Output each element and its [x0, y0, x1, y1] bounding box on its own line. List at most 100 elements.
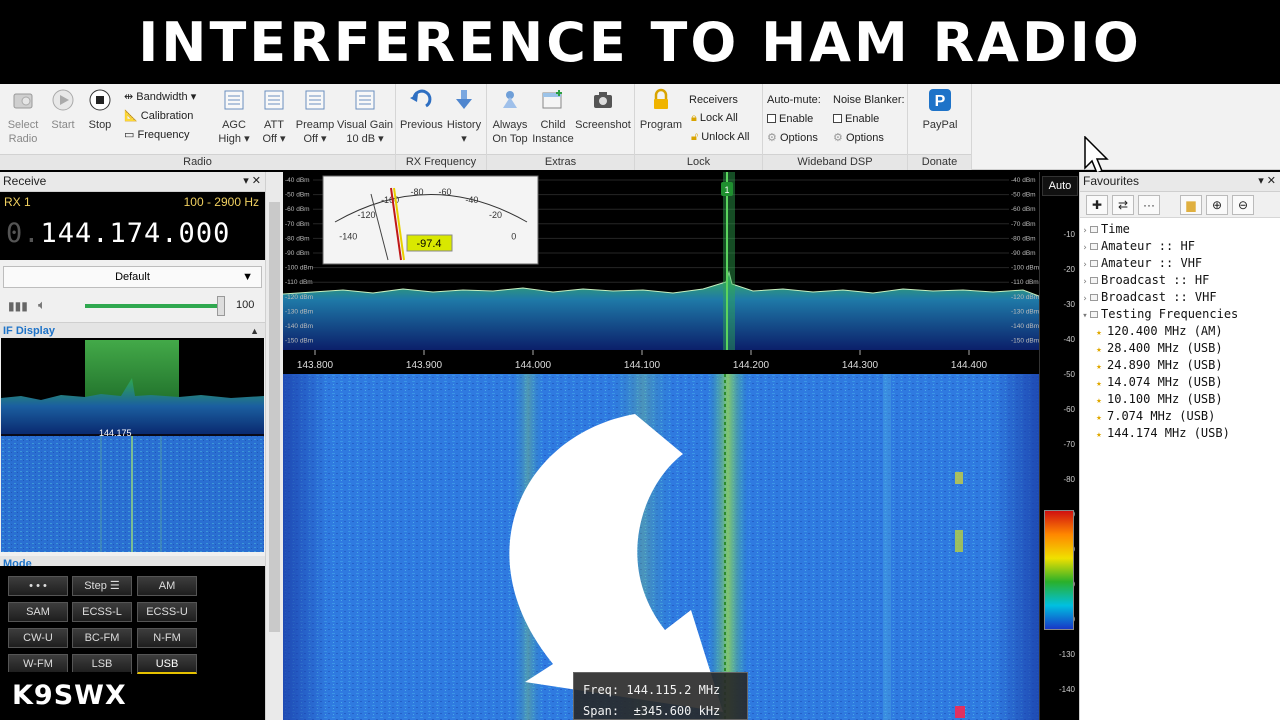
freq-axis-label: 144.300: [842, 360, 879, 371]
more-button[interactable]: ···: [1138, 195, 1160, 215]
open-folder-button[interactable]: ▆: [1180, 195, 1202, 215]
ribbon-group-donate: P PayPal Donate: [908, 84, 972, 170]
favourites-folder[interactable]: › Broadcast :: VHF: [1080, 289, 1280, 306]
history-button[interactable]: History ▾: [444, 88, 484, 146]
auto-mute-enable-checkbox[interactable]: Enable: [767, 112, 813, 127]
frequency-icon: ▭: [124, 129, 135, 141]
favourites-tree: › Time › Amateur :: HF › Amateur :: VHF › Broad…: [1080, 218, 1280, 442]
preamp-button[interactable]: Preamp Off ▾: [293, 88, 337, 146]
favourites-folder[interactable]: › Amateur :: VHF: [1080, 255, 1280, 272]
left-panel-scrollbar[interactable]: [265, 172, 283, 720]
noise-blanker-enable-checkbox[interactable]: Enable: [833, 112, 879, 127]
ribbon-group-radio: Select Radio Start Stop ⇹ Bandwidth ▾ 📐 …: [0, 84, 396, 170]
calibration-button[interactable]: 📐 Calibration: [124, 109, 193, 124]
meter-scale-label: -120: [358, 210, 376, 220]
favourites-item[interactable]: ★ 14.074 MHz (USB): [1080, 374, 1280, 391]
ribbon-group-wideband-dsp: Auto-mute: Enable ⚙ Options Noise Blanke…: [763, 84, 908, 170]
if-display[interactable]: 144.175: [1, 338, 264, 552]
radio-group-label: Radio: [0, 154, 395, 170]
agc-button[interactable]: AGC High ▾: [212, 88, 256, 146]
mode-button[interactable]: ECSS-U: [137, 602, 197, 622]
dbm-label: -140 dBm: [1011, 323, 1039, 330]
stop-button[interactable]: Stop: [85, 88, 115, 132]
mode-button[interactable]: AM: [137, 576, 197, 596]
mode-button[interactable]: N-FM: [137, 628, 197, 648]
zoom-out-button[interactable]: ⊖: [1232, 195, 1254, 215]
favourites-item[interactable]: ★ 120.400 MHz (AM): [1080, 323, 1280, 340]
mode-button[interactable]: • • •: [8, 576, 68, 596]
child-instance-button[interactable]: Child Instance: [531, 88, 575, 146]
panel-controls[interactable]: ▾ ✕: [1258, 172, 1276, 191]
refresh-button[interactable]: ⇄: [1112, 195, 1134, 215]
spectrum-analyzer[interactable]: 1 143.800 143.900 144.000 144.100 144.200 144…: [283, 172, 1039, 372]
dbm-label: -120 dBm: [285, 294, 313, 301]
att-button[interactable]: ATT Off ▾: [258, 88, 290, 146]
volume-slider[interactable]: [85, 296, 225, 316]
favourites-folder[interactable]: ▾ Testing Frequencies: [1080, 306, 1280, 323]
ribbon-toolbar: Select Radio Start Stop ⇹ Bandwidth ▾ 📐 …: [0, 84, 1280, 174]
always-on-top-button[interactable]: Always On Top: [489, 88, 531, 146]
dbm-label: -130 dBm: [285, 308, 313, 315]
favourites-item[interactable]: ★ 144.174 MHz (USB): [1080, 425, 1280, 442]
favourites-folder[interactable]: › Broadcast :: HF: [1080, 272, 1280, 289]
frequency-display[interactable]: 0.144.174.000: [0, 212, 265, 260]
lock-all-button[interactable]: 🔒︎ Lock All: [691, 111, 738, 126]
auto-level-button[interactable]: Auto: [1042, 176, 1078, 196]
mode-button[interactable]: USB: [137, 654, 197, 674]
dbm-label: -70 dBm: [285, 221, 310, 228]
frequency-button[interactable]: ▭ Frequency: [124, 128, 189, 143]
speaker-icon[interactable]: 🔈︎: [38, 297, 46, 313]
plus-icon: ✚: [1091, 198, 1103, 212]
level-scale-label: -130: [1058, 650, 1075, 659]
title-banner: INTERFERENCE TO HAM RADIO: [0, 0, 1280, 84]
freq-axis-label: 144.100: [624, 360, 661, 371]
bandwidth-icon: ⇹: [124, 91, 134, 103]
collapse-icon[interactable]: ▲: [250, 323, 259, 339]
favourites-item[interactable]: ★ 28.400 MHz (USB): [1080, 340, 1280, 357]
select-radio-button[interactable]: Select Radio: [5, 88, 41, 146]
bandwidth-menu[interactable]: ⇹ Bandwidth ▾: [124, 90, 196, 105]
profile-dropdown[interactable]: Default ▼: [3, 266, 262, 288]
favourites-item[interactable]: ★ 7.074 MHz (USB): [1080, 408, 1280, 425]
waterfall-level-scale: Auto -10-20-30-40-50-60-70-80-90-100-110…: [1039, 172, 1079, 720]
unlock-all-button[interactable]: 🔓︎ Unlock All: [691, 130, 750, 145]
start-button[interactable]: Start: [48, 88, 78, 132]
zoom-in-icon: ⊕: [1211, 198, 1223, 212]
donate-group-label: Donate: [908, 154, 971, 170]
favourites-folder[interactable]: › Amateur :: HF: [1080, 238, 1280, 255]
program-button[interactable]: Program: [637, 88, 685, 132]
screenshot-button[interactable]: Screenshot: [573, 88, 633, 132]
mode-button[interactable]: SAM: [8, 602, 68, 622]
favourites-item[interactable]: ★ 24.890 MHz (USB): [1080, 357, 1280, 374]
mode-button[interactable]: Step ☰: [72, 576, 132, 596]
zoom-in-button[interactable]: ⊕: [1206, 195, 1228, 215]
dbm-label: -40 dBm: [1011, 177, 1036, 184]
mode-button[interactable]: LSB: [72, 654, 132, 674]
agc-icon: [224, 90, 244, 110]
panel-controls[interactable]: ▾ ✕: [243, 172, 261, 191]
volume-slider-thumb[interactable]: [216, 296, 225, 316]
receive-panel-header: Receive ▾ ✕: [0, 172, 265, 192]
dbm-label: -150 dBm: [285, 338, 313, 345]
meter-scale-label: 0: [511, 231, 516, 241]
waterfall-display[interactable]: [283, 374, 1039, 720]
mode-button[interactable]: ECSS-L: [72, 602, 132, 622]
scrollbar-thumb[interactable]: [269, 202, 280, 632]
mode-button[interactable]: BC-FM: [72, 628, 132, 648]
visual-gain-button[interactable]: Visual Gain 10 dB ▾: [335, 88, 395, 146]
paypal-button[interactable]: P PayPal: [916, 88, 964, 132]
auto-mute-options-button[interactable]: ⚙ Options: [767, 131, 818, 146]
volume-row: ▮▮▮ 🔈︎ 100: [0, 292, 265, 322]
level-scale-label: -50: [1063, 370, 1075, 379]
favourites-item[interactable]: ★ 10.100 MHz (USB): [1080, 391, 1280, 408]
marker-label: 1: [724, 185, 729, 195]
add-favourite-button[interactable]: ✚: [1086, 195, 1108, 215]
svg-text:P: P: [935, 93, 946, 110]
mode-button[interactable]: W-FM: [8, 654, 68, 674]
previous-button[interactable]: Previous: [400, 88, 443, 132]
freq-axis-label: 143.800: [297, 360, 334, 371]
mode-button[interactable]: CW-U: [8, 628, 68, 648]
favourites-folder[interactable]: › Time: [1080, 221, 1280, 238]
noise-blanker-options-button[interactable]: ⚙ Options: [833, 131, 884, 146]
dbm-label: -130 dBm: [1011, 308, 1039, 315]
